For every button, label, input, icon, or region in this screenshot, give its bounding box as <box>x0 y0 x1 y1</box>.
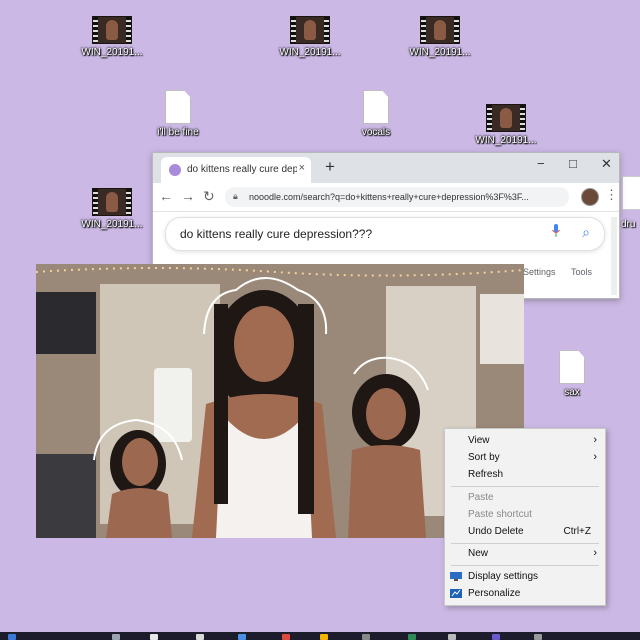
chevron-right-icon: › <box>593 547 597 559</box>
taskbar-app-icon[interactable] <box>448 634 456 640</box>
menu-item-label: New <box>468 548 489 559</box>
menu-item-shortcut: Ctrl+Z <box>563 526 592 537</box>
tab-bar: do kittens really cure depression × + − … <box>153 153 619 183</box>
menu-separator <box>451 543 599 544</box>
favicon-icon <box>169 164 181 176</box>
profile-avatar[interactable] <box>581 188 599 206</box>
taskbar-app-icon[interactable] <box>150 634 158 640</box>
lock-icon: 🔒︎ <box>233 191 238 201</box>
menu-item-personalize[interactable]: Personalize <box>445 586 605 602</box>
document-file-icon <box>559 350 585 384</box>
search-query-text: do kittens really cure depression??? <box>180 227 373 241</box>
desktop-icon-label: vocals <box>361 127 391 138</box>
scrollbar[interactable] <box>611 217 617 295</box>
taskbar-app-icon[interactable] <box>196 634 204 640</box>
desktop-icon-video-4[interactable]: WIN_20191... <box>464 104 548 146</box>
menu-separator <box>451 486 599 487</box>
menu-item-label: Display settings <box>468 571 539 582</box>
taskbar-app-icon[interactable] <box>492 634 500 640</box>
chevron-right-icon: › <box>593 434 597 446</box>
desktop-icon-document-3[interactable]: sax <box>530 350 614 398</box>
menu-item-paste[interactable]: Paste <box>445 490 605 506</box>
browser-tab[interactable]: do kittens really cure depression × <box>161 157 311 183</box>
back-button[interactable]: ← <box>159 188 173 204</box>
reload-button[interactable]: ↻ <box>203 188 215 205</box>
forward-button[interactable]: → <box>181 188 195 204</box>
desktop-icon-label: dru <box>621 219 636 230</box>
video-file-icon <box>92 16 132 44</box>
browser-toolbar: ← → ↻ 🔒︎ nooodle.com/search?q=do+kittens… <box>153 183 619 212</box>
desktop-icon-label: WIN_20191... <box>279 47 341 58</box>
taskbar-app-icon[interactable] <box>282 634 290 640</box>
menu-separator <box>451 565 599 566</box>
video-file-icon <box>92 188 132 216</box>
close-tab-icon[interactable]: × <box>299 162 305 174</box>
taskbar-app-icon[interactable] <box>408 634 416 640</box>
desktop-icon-document-2[interactable]: vocals <box>334 90 418 138</box>
tools-link[interactable]: Tools <box>571 267 592 277</box>
taskbar <box>0 632 640 640</box>
desktop-icon-label: WIN_20191... <box>475 135 537 146</box>
browser-menu-button[interactable]: ⋮ <box>605 187 618 203</box>
menu-item-label: View <box>468 435 490 446</box>
menu-item-new[interactable]: New › <box>445 546 605 562</box>
personalize-icon <box>450 589 462 598</box>
desktop-icon-label: WIN_20191... <box>81 219 143 230</box>
menu-item-refresh[interactable]: Refresh <box>445 467 605 483</box>
menu-item-label: Sort by <box>468 452 500 463</box>
menu-item-view[interactable]: View › <box>445 433 605 449</box>
video-file-icon <box>290 16 330 44</box>
document-file-icon <box>165 90 191 124</box>
desktop-icon-label: i'll be fine <box>157 127 199 138</box>
desktop-icon-video-3[interactable]: WIN_20191... <box>398 16 482 58</box>
desktop-icon-label: sax <box>564 387 580 398</box>
taskbar-app-icon[interactable] <box>534 634 542 640</box>
desktop-icon-document-1[interactable]: i'll be fine <box>136 90 220 138</box>
close-window-button[interactable]: ✕ <box>601 156 612 172</box>
new-tab-button[interactable]: + <box>325 157 335 177</box>
taskbar-app-icon[interactable] <box>320 634 328 640</box>
maximize-button[interactable]: □ <box>569 156 577 171</box>
desktop-icon-video-5[interactable]: WIN_20191... <box>70 188 154 230</box>
video-file-icon <box>420 16 460 44</box>
menu-item-paste-shortcut[interactable]: Paste shortcut <box>445 507 605 523</box>
desktop-icon-label: WIN_20191... <box>81 47 143 58</box>
tab-title: do kittens really cure depression <box>187 164 297 175</box>
menu-item-label: Refresh <box>468 469 504 480</box>
menu-item-display-settings[interactable]: Display settings <box>445 569 605 585</box>
menu-item-sort-by[interactable]: Sort by › <box>445 450 605 466</box>
document-file-icon <box>363 90 389 124</box>
desktop-icon-video-2[interactable]: WIN_20191... <box>268 16 352 58</box>
taskbar-app-icon[interactable] <box>112 634 120 640</box>
desktop-icon-label: WIN_20191... <box>409 47 471 58</box>
address-bar[interactable]: 🔒︎ nooodle.com/search?q=do+kittens+reall… <box>225 187 591 207</box>
microphone-icon[interactable] <box>552 224 560 238</box>
video-file-icon <box>486 104 526 132</box>
taskbar-app-icon[interactable] <box>238 634 246 640</box>
menu-item-label: Personalize <box>468 588 521 599</box>
desktop-icon-video-1[interactable]: WIN_20191... <box>70 16 154 58</box>
minimize-button[interactable]: − <box>537 156 545 171</box>
start-button[interactable] <box>8 634 16 640</box>
document-file-icon[interactable] <box>622 176 640 210</box>
menu-item-undo-delete[interactable]: Undo Delete Ctrl+Z <box>445 524 605 540</box>
chevron-right-icon: › <box>593 451 597 463</box>
search-input[interactable]: do kittens really cure depression??? ⌕ <box>165 217 605 251</box>
display-icon <box>450 572 462 581</box>
menu-item-label: Paste <box>468 492 494 503</box>
menu-item-label: Paste shortcut <box>468 509 532 520</box>
context-menu: View › Sort by › Refresh Paste Paste sho… <box>444 428 606 606</box>
search-icon[interactable]: ⌕ <box>582 224 590 241</box>
menu-item-label: Undo Delete <box>468 526 524 537</box>
taskbar-app-icon[interactable] <box>362 634 370 640</box>
settings-link[interactable]: Settings <box>523 267 556 277</box>
url-text: nooodle.com/search?q=do+kittens+really+c… <box>249 192 529 202</box>
